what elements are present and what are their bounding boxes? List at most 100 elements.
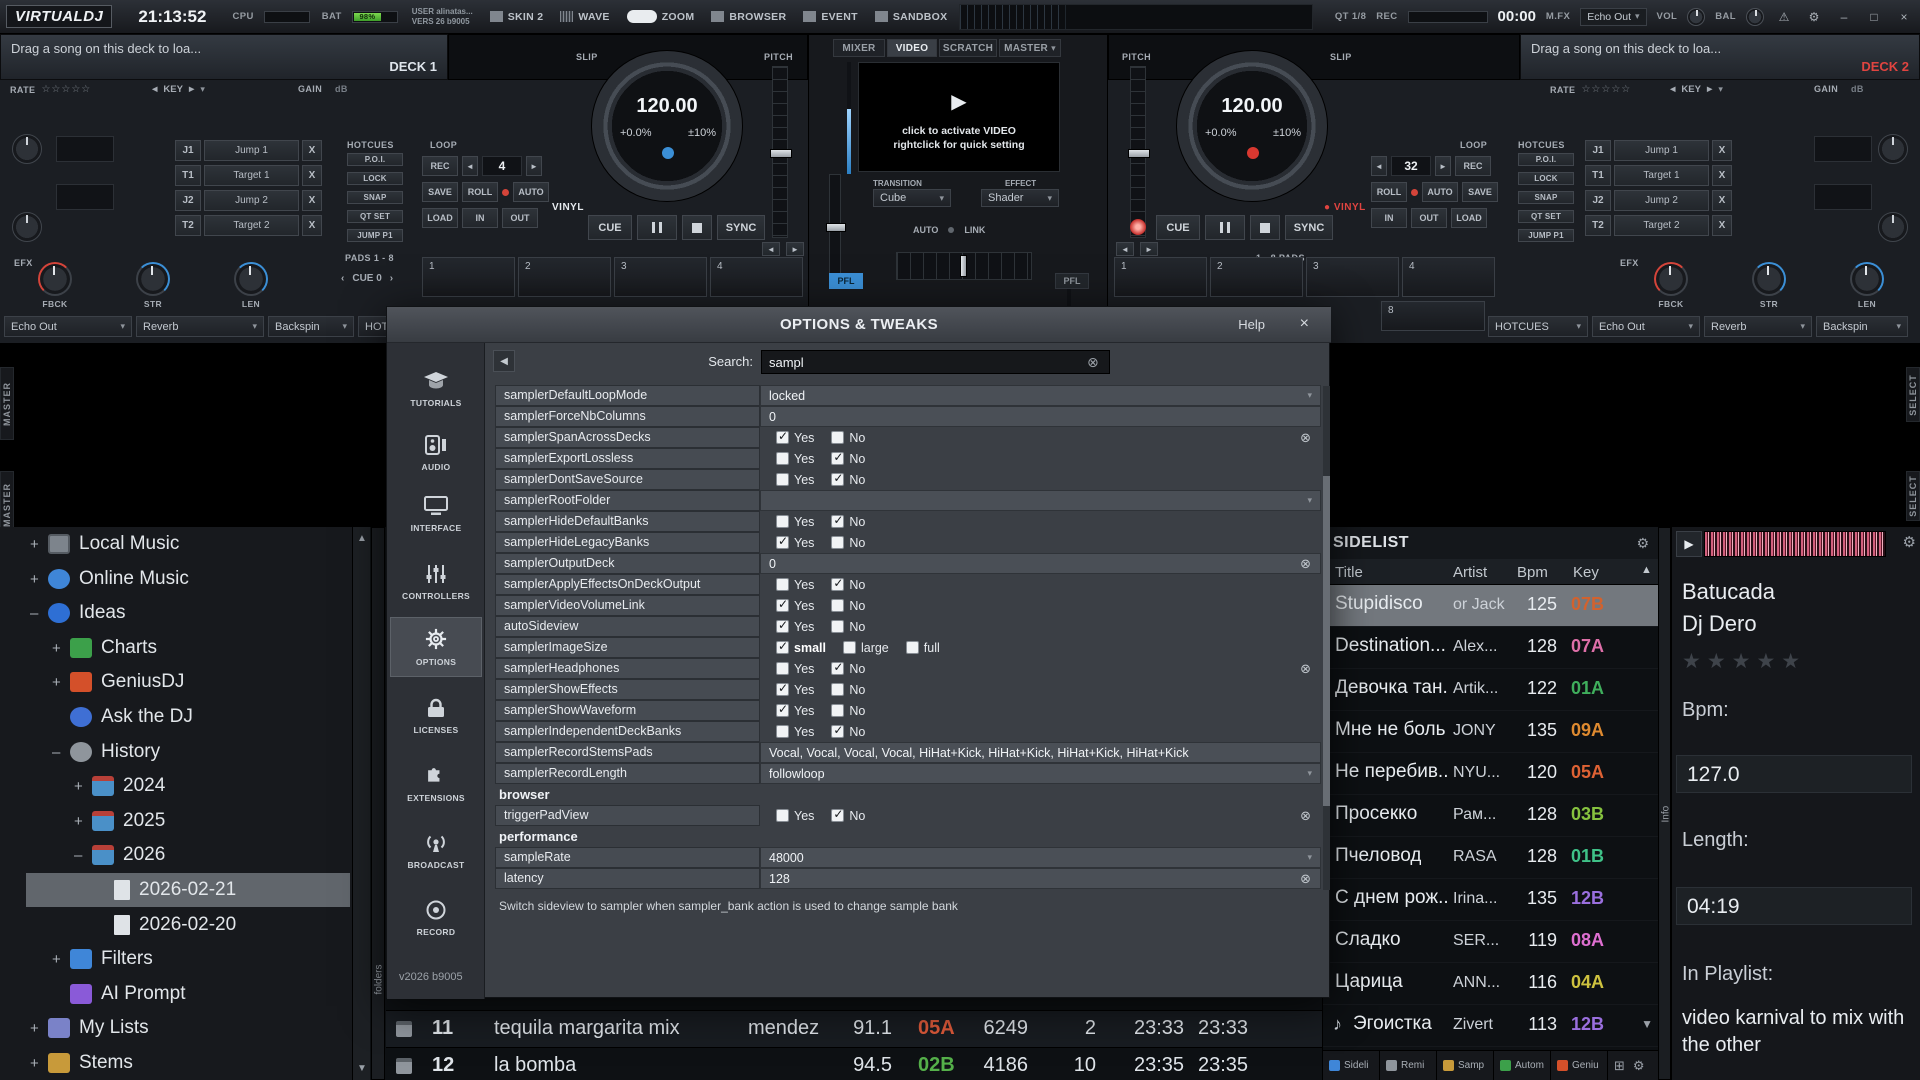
clear-setting-icon[interactable]: ⊗ — [1300, 430, 1311, 446]
setting-value[interactable]: 48000▾ — [760, 847, 1321, 868]
hotcue-option-lock[interactable]: LOCK — [1518, 172, 1574, 185]
tree-item-2026-02-21[interactable]: 2026-02-21 — [26, 873, 350, 907]
jump-label-button[interactable]: Target 1 — [1614, 165, 1709, 186]
loop-out-button[interactable]: OUT — [1411, 208, 1447, 228]
setting-value[interactable]: 0 — [760, 406, 1321, 427]
auto-button[interactable]: AUTO — [913, 225, 938, 235]
loop-in-button[interactable]: IN — [462, 208, 498, 228]
loop-rec-button[interactable]: REC — [422, 156, 458, 176]
pad-button-3[interactable]: 3 — [614, 257, 707, 297]
sidelist-row[interactable]: СладкоSER...11908A — [1323, 921, 1659, 963]
tree-item-2026[interactable]: –2026 — [26, 838, 350, 872]
jump-label-button[interactable]: Target 2 — [1614, 215, 1709, 236]
deck1-pitch-slider[interactable] — [772, 66, 788, 238]
pitch-slider-thumb[interactable] — [770, 149, 792, 158]
skin-button[interactable]: SKIN 2 — [490, 11, 544, 23]
pad-button-3[interactable]: 3 — [1306, 257, 1399, 297]
mixer-tab-master[interactable]: MASTER▾ — [999, 39, 1061, 57]
clear-setting-icon[interactable]: ⊗ — [1300, 556, 1311, 572]
small-checkbox[interactable] — [776, 641, 789, 654]
jump-key-button[interactable]: J1 — [175, 140, 201, 161]
loop-load-button[interactable]: LOAD — [422, 208, 458, 228]
scroll-up-icon[interactable]: ▲ — [353, 533, 371, 544]
no-checkbox[interactable] — [831, 515, 844, 528]
dialog-sidebar-item-record[interactable]: RECORD — [390, 888, 482, 948]
warning-icon[interactable]: ⚠ — [1774, 10, 1794, 24]
jump-label-button[interactable]: Target 2 — [204, 215, 299, 236]
deck2-pad-8[interactable]: 8 — [1381, 301, 1485, 331]
sideview-tab-geniu[interactable]: Geniu — [1551, 1051, 1608, 1080]
deck2-fx-slot-2[interactable] — [1814, 184, 1872, 210]
grid-view-icon[interactable]: ⊞ — [1614, 1058, 1625, 1074]
dialog-sidebar-item-controllers[interactable]: CONTROLLERS — [390, 552, 482, 612]
pad-button-1[interactable]: 1 — [422, 257, 515, 297]
loop-save-button[interactable]: SAVE — [422, 182, 458, 202]
yes-checkbox[interactable] — [776, 578, 789, 591]
tree-item-ai-prompt[interactable]: AI Prompt — [26, 977, 350, 1011]
effect-dropdown[interactable]: Shader ▾ — [981, 189, 1059, 207]
info-side-tab[interactable]: Info — [1658, 527, 1671, 1080]
tree-expander[interactable]: – — [30, 605, 48, 622]
yes-checkbox[interactable] — [776, 452, 789, 465]
tree-item-filters[interactable]: +Filters — [26, 942, 350, 976]
no-checkbox[interactable] — [831, 620, 844, 633]
loop-arrow-button[interactable]: ◄ — [1371, 156, 1387, 176]
tree-scrollbar[interactable]: ▲ ▼ — [352, 527, 370, 1080]
tree-item-2025[interactable]: +2025 — [26, 804, 350, 838]
setting-value[interactable]: 0 — [760, 553, 1321, 574]
master-side-tab[interactable]: MASTER — [0, 367, 14, 440]
deck1-fx-slot-1[interactable] — [56, 136, 114, 162]
loop-roll-button[interactable]: ROLL — [462, 182, 498, 202]
no-checkbox[interactable] — [831, 683, 844, 696]
transition-dropdown[interactable]: Cube ▾ — [873, 189, 951, 207]
jump-clear-button[interactable]: X — [302, 140, 322, 161]
folders-side-tab[interactable]: folders — [371, 527, 385, 1080]
tree-expander[interactable]: + — [74, 778, 92, 795]
key-down-button[interactable]: ◄ — [150, 84, 159, 95]
sidelist-column-key[interactable]: Key — [1573, 564, 1599, 581]
clear-setting-icon[interactable]: ⊗ — [1300, 871, 1311, 887]
jump-label-button[interactable]: Target 1 — [204, 165, 299, 186]
left-pfl-button[interactable]: PFL — [829, 273, 863, 289]
deck1-vinyl-label[interactable]: VINYL — [552, 202, 584, 213]
dialog-close-icon[interactable]: × — [1300, 315, 1309, 333]
scroll-down-icon[interactable]: ▼ — [1641, 1017, 1653, 1031]
jump-key-button[interactable]: J1 — [1585, 140, 1611, 161]
search-clear-icon[interactable]: ⊗ — [1087, 354, 1099, 371]
pause-button[interactable] — [637, 215, 677, 240]
zoom-toggle-slider[interactable] — [627, 10, 657, 23]
yes-checkbox[interactable] — [776, 704, 789, 717]
sideview-tab-samp[interactable]: Samp — [1437, 1051, 1494, 1080]
volume-knob[interactable] — [1687, 8, 1705, 26]
tree-expander[interactable]: + — [30, 1055, 48, 1072]
large-checkbox[interactable] — [843, 641, 856, 654]
knob-str[interactable] — [1752, 262, 1786, 296]
sidelist-row[interactable]: ♪ЭгоисткаZivert11312B▼ — [1323, 1005, 1659, 1047]
master-waveform-strip[interactable] — [959, 4, 1312, 30]
sideview-tab-autom[interactable]: Autom — [1494, 1051, 1551, 1080]
tree-expander[interactable]: + — [74, 813, 92, 830]
pad-button-4[interactable]: 4 — [710, 257, 803, 297]
tree-expander[interactable]: – — [74, 847, 92, 864]
setting-value[interactable]: 128 — [760, 868, 1321, 889]
deck2-filter-knob[interactable] — [1878, 134, 1908, 164]
cue-button[interactable]: CUE — [588, 215, 632, 240]
left-channel-fader[interactable] — [829, 174, 841, 286]
hotcue-option-p-o-i[interactable]: P.O.I. — [1518, 153, 1574, 166]
pad-button-4[interactable]: 4 — [1402, 257, 1495, 297]
knob-len[interactable] — [234, 262, 268, 296]
knob-str[interactable] — [136, 262, 170, 296]
sidelist-row[interactable]: Мне не боль...JONY13509A — [1323, 711, 1659, 753]
hotcue-option-p-o-i[interactable]: P.O.I. — [347, 153, 403, 166]
sidelist-row[interactable]: ПчеловодRASA12801B — [1323, 837, 1659, 879]
full-checkbox[interactable] — [906, 641, 919, 654]
jump-clear-button[interactable]: X — [1712, 165, 1732, 186]
pitch-slider-thumb[interactable] — [1128, 149, 1150, 158]
sidelist-row[interactable]: Девочка тан...Artik...12201A — [1323, 669, 1659, 711]
deck2-fx-knob[interactable] — [1878, 212, 1908, 242]
mixer-tab-video[interactable]: VIDEO — [887, 39, 937, 57]
loop-auto-button[interactable]: AUTO — [513, 182, 549, 202]
deck1-pitch-bend-down[interactable]: ◄ — [762, 242, 780, 256]
no-checkbox[interactable] — [831, 431, 844, 444]
master-fx-dropdown[interactable]: Echo Out ▾ — [1580, 8, 1646, 26]
